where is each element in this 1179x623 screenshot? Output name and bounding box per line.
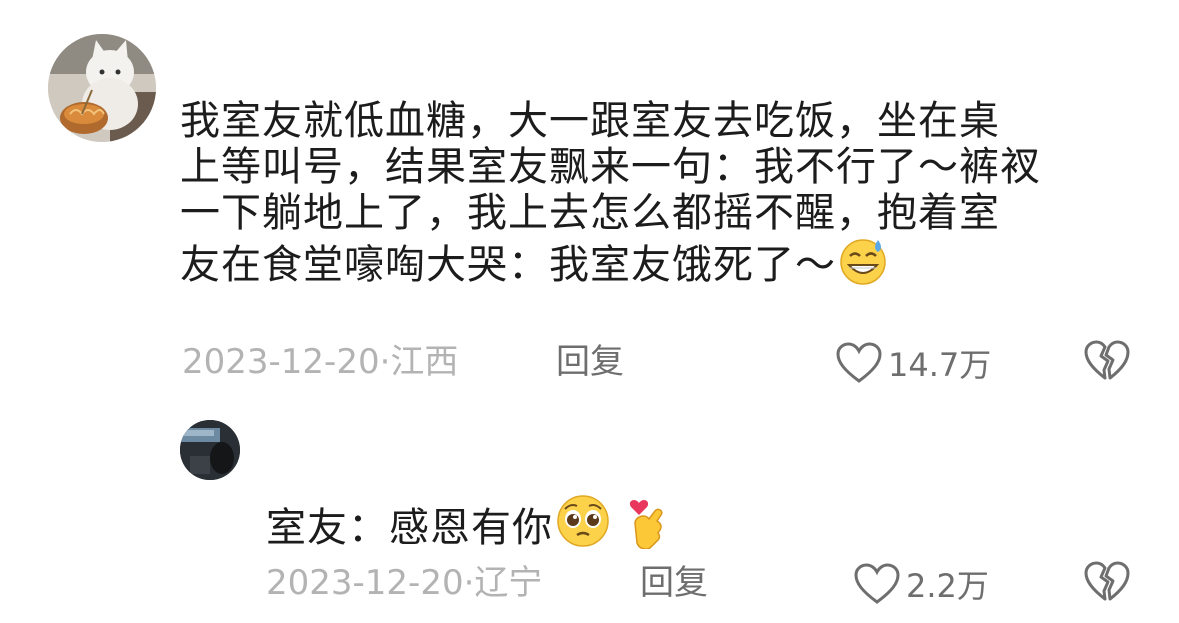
reply-button[interactable]: 回复 xyxy=(640,563,708,603)
like-count: 2.2万 xyxy=(906,567,989,605)
heart-outline-icon xyxy=(836,342,882,383)
commenter-avatar[interactable] xyxy=(48,34,156,142)
heart-outline-icon xyxy=(854,563,900,604)
dislike-button[interactable] xyxy=(1084,340,1130,386)
broken-heart-icon xyxy=(1084,340,1130,380)
comment-line: 一下躺地上了，我上去怎么都摇不醒，抱着室 xyxy=(180,190,1000,236)
comment-line-last: 友在食堂嚎啕大哭：我室友饿死了～ xyxy=(180,236,1140,296)
comment-text: 我室友就低血糖，大一跟室友去吃饭，坐在桌 上等叫号，结果室友飘来一句：我不行了～… xyxy=(180,98,1140,296)
comment-date-location: 2023-12-20·江西 xyxy=(182,342,459,382)
broken-heart-icon xyxy=(1084,561,1130,601)
comment-line: 上等叫号，结果室友飘来一句：我不行了～裤衩 xyxy=(180,144,1041,190)
like-count: 14.7万 xyxy=(888,346,992,384)
comment-line: 我室友就低血糖，大一跟室友去吃饭，坐在桌 xyxy=(180,98,1000,144)
reply-button[interactable]: 回复 xyxy=(556,342,624,382)
reply-date-location: 2023-12-20·辽宁 xyxy=(266,563,543,603)
cat-eating-noodles-avatar xyxy=(48,34,156,142)
like-button[interactable]: 14.7万 xyxy=(836,340,991,386)
pleading-face-emoji xyxy=(555,493,611,559)
reply-text-content: 室友：感恩有你 xyxy=(266,505,553,551)
grinning-sweat-emoji xyxy=(838,236,888,296)
reply-text: 室友：感恩有你 xyxy=(266,493,1179,559)
like-button[interactable]: 2.2万 xyxy=(854,561,989,607)
finger-heart-emoji xyxy=(625,493,669,559)
reply-commenter-avatar[interactable] xyxy=(180,420,240,480)
comment-line: 友在食堂嚎啕大哭：我室友饿死了～ xyxy=(180,242,836,288)
dark-photo-avatar xyxy=(180,420,240,480)
dislike-button[interactable] xyxy=(1084,561,1130,607)
